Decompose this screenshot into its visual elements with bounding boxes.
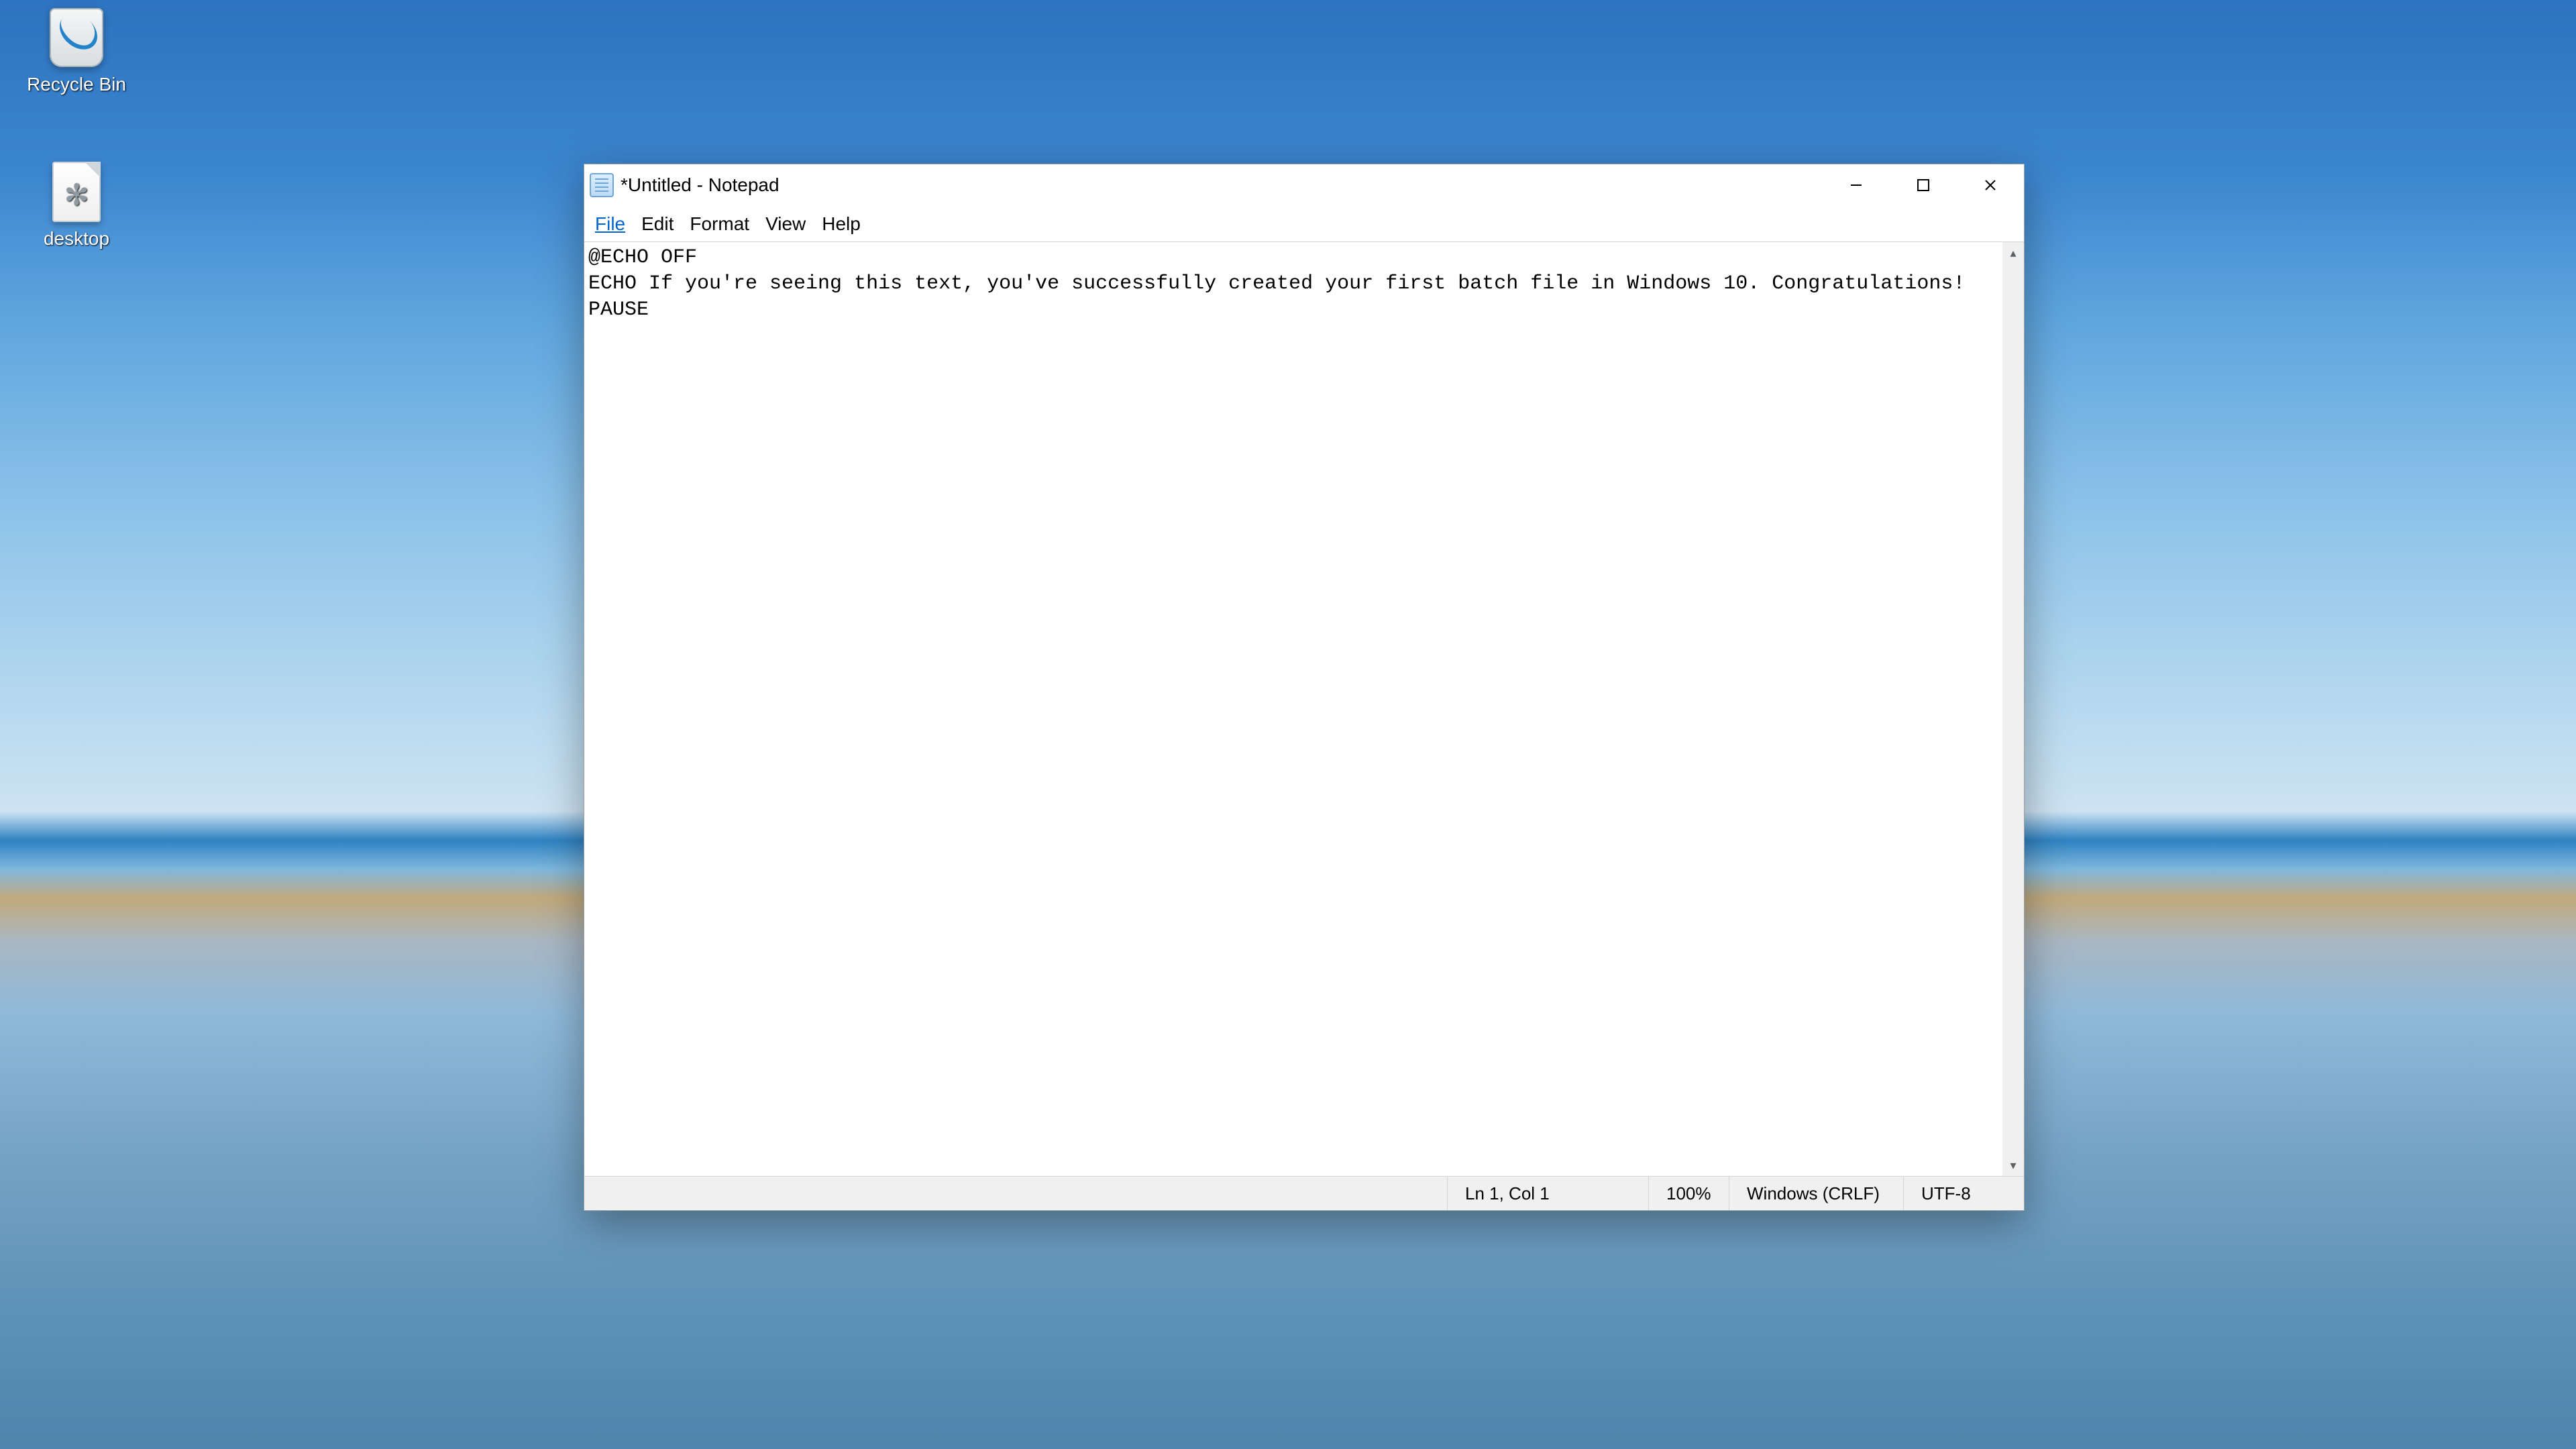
recycle-bin-icon: [44, 5, 109, 70]
scroll-up-icon[interactable]: ▴: [2002, 242, 2024, 264]
maximize-button[interactable]: [1890, 164, 1957, 206]
menubar: File Edit Format View Help: [584, 206, 2024, 242]
desktop-icon-ini-file[interactable]: desktop: [16, 160, 137, 250]
maximize-icon: [1916, 178, 1931, 193]
menu-help[interactable]: Help: [814, 209, 869, 239]
menu-view[interactable]: View: [757, 209, 814, 239]
desktop-icon-label: Recycle Bin: [27, 74, 126, 95]
menu-edit[interactable]: Edit: [633, 209, 682, 239]
statusbar: Ln 1, Col 1 100% Windows (CRLF) UTF-8: [584, 1177, 2024, 1210]
titlebar[interactable]: *Untitled - Notepad: [584, 164, 2024, 206]
menu-file[interactable]: File: [587, 209, 633, 239]
status-encoding: UTF-8: [1903, 1177, 2024, 1210]
status-position: Ln 1, Col 1: [1447, 1177, 1648, 1210]
scroll-track[interactable]: [2002, 264, 2024, 1155]
menu-format[interactable]: Format: [682, 209, 757, 239]
close-button[interactable]: [1957, 164, 2024, 206]
scroll-down-icon[interactable]: ▾: [2002, 1155, 2024, 1176]
file-icon: [44, 160, 109, 224]
window-controls: [1823, 164, 2024, 206]
text-editor[interactable]: @ECHO OFF ECHO If you're seeing this tex…: [584, 242, 2002, 1176]
vertical-scrollbar[interactable]: ▴ ▾: [2002, 242, 2024, 1176]
minimize-icon: [1848, 177, 1864, 193]
notepad-window[interactable]: *Untitled - Notepad File Edit Format Vie…: [584, 164, 2025, 1211]
desktop-icon-label: desktop: [44, 228, 109, 250]
window-title: *Untitled - Notepad: [621, 174, 780, 196]
desktop-icon-recycle-bin[interactable]: Recycle Bin: [16, 5, 137, 95]
notepad-icon: [590, 173, 614, 197]
status-spacer: [584, 1177, 1447, 1210]
minimize-button[interactable]: [1823, 164, 1890, 206]
status-zoom: 100%: [1648, 1177, 1729, 1210]
status-lineending: Windows (CRLF): [1729, 1177, 1903, 1210]
close-icon: [1982, 177, 1998, 193]
editor-area: @ECHO OFF ECHO If you're seeing this tex…: [584, 242, 2024, 1177]
